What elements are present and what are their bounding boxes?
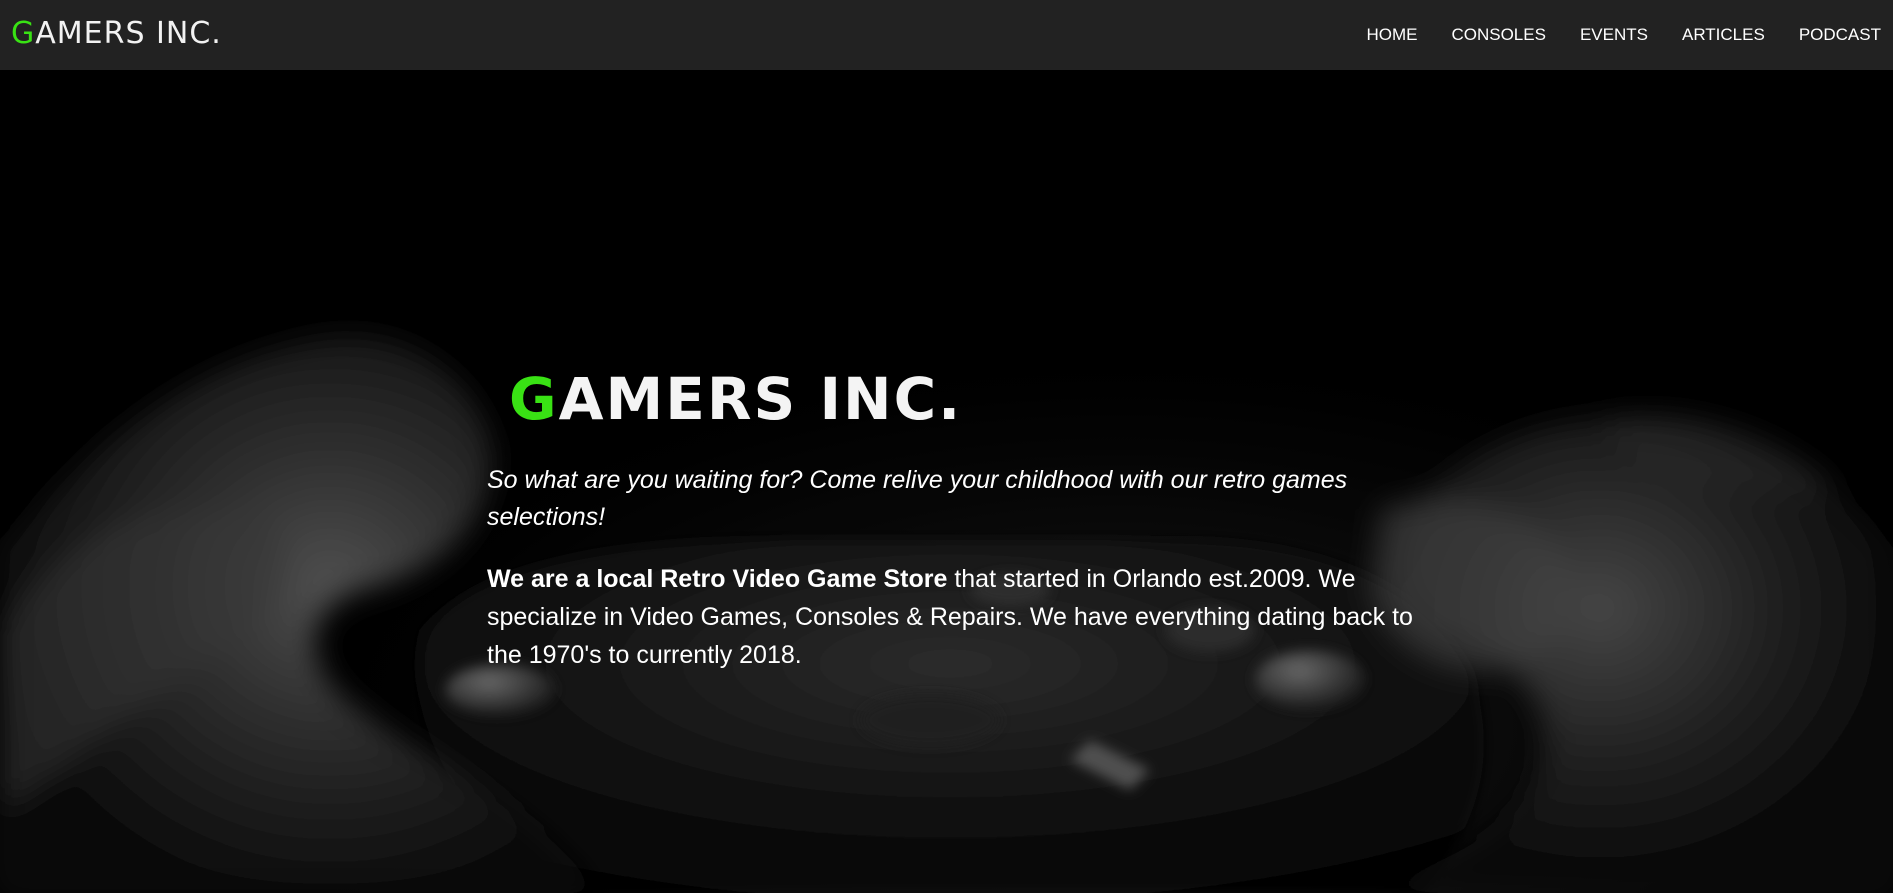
navbar: GAMERS INC. HOME CONSOLES EVENTS ARTICLE… <box>0 0 1893 70</box>
hero-about: We are a local Retro Video Game Store th… <box>487 560 1422 674</box>
hero-section: GAMERS INC. So what are you waiting for?… <box>0 70 1893 893</box>
nav-item-consoles[interactable]: CONSOLES <box>1451 25 1545 45</box>
brand-initial: G <box>11 16 36 51</box>
brand-name: AMERS INC. <box>35 16 222 51</box>
main-nav: HOME CONSOLES EVENTS ARTICLES PODCAST <box>1332 0 1881 70</box>
hero-title-initial: G <box>509 365 559 433</box>
hero-tagline: So what are you waiting for? Come relive… <box>487 466 1348 531</box>
nav-item-podcast[interactable]: PODCAST <box>1799 25 1881 45</box>
brand-logo[interactable]: GAMERS INC. <box>11 14 222 54</box>
nav-item-home[interactable]: HOME <box>1366 25 1417 45</box>
nav-item-events[interactable]: EVENTS <box>1580 25 1648 45</box>
hero-title-rest: AMERS INC. <box>558 365 963 433</box>
page: GAMERS INC. HOME CONSOLES EVENTS ARTICLE… <box>0 0 1893 893</box>
hero-about-bold: We are a local Retro Video Game Store <box>487 565 948 593</box>
nav-item-articles[interactable]: ARTICLES <box>1682 25 1765 45</box>
hero-title: GAMERS INC. <box>509 362 962 436</box>
